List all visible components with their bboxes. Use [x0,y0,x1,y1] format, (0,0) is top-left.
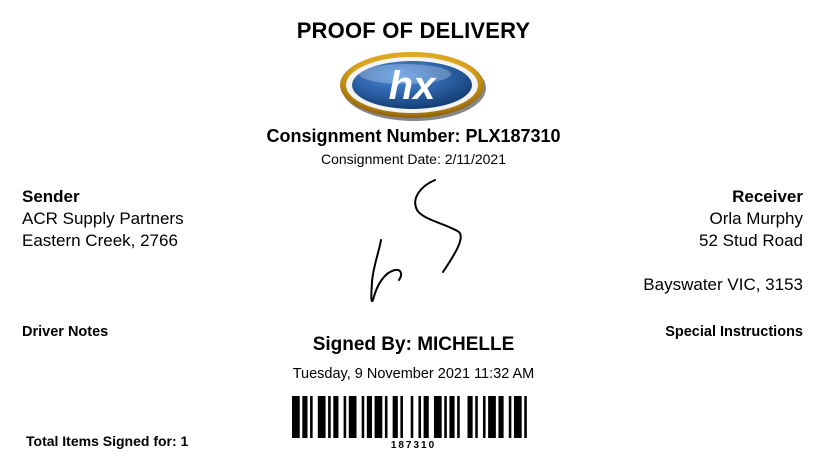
logo-text: hx [389,64,437,108]
receiver-address-line2: Bayswater VIC, 3153 [643,275,803,294]
receiver-block: Receiver Orla Murphy 52 Stud Road Bayswa… [643,186,803,296]
consignment-number: Consignment Number: PLX187310 [266,126,561,146]
barcode [292,396,527,438]
total-items-signed: Total Items Signed for: 1 [26,433,189,449]
signed-by: Signed By: MICHELLE [312,334,515,355]
sender-heading: Sender [22,187,80,206]
sender-location: Eastern Creek, 2766 [22,231,178,250]
document-title: PROOF OF DELIVERY [296,18,531,43]
sender-name: ACR Supply Partners [22,209,184,228]
consignment-date: Consignment Date: 2/11/2021 [321,151,506,167]
receiver-name: Orla Murphy [709,209,803,228]
company-logo: hx [340,52,486,121]
signature-image [370,179,462,302]
sender-block: Sender ACR Supply Partners Eastern Creek… [22,186,184,252]
receiver-address-line1: 52 Stud Road [699,231,803,250]
receiver-heading: Receiver [732,187,803,206]
signed-datetime: Tuesday, 9 November 2021 11:32 AM [292,366,535,382]
